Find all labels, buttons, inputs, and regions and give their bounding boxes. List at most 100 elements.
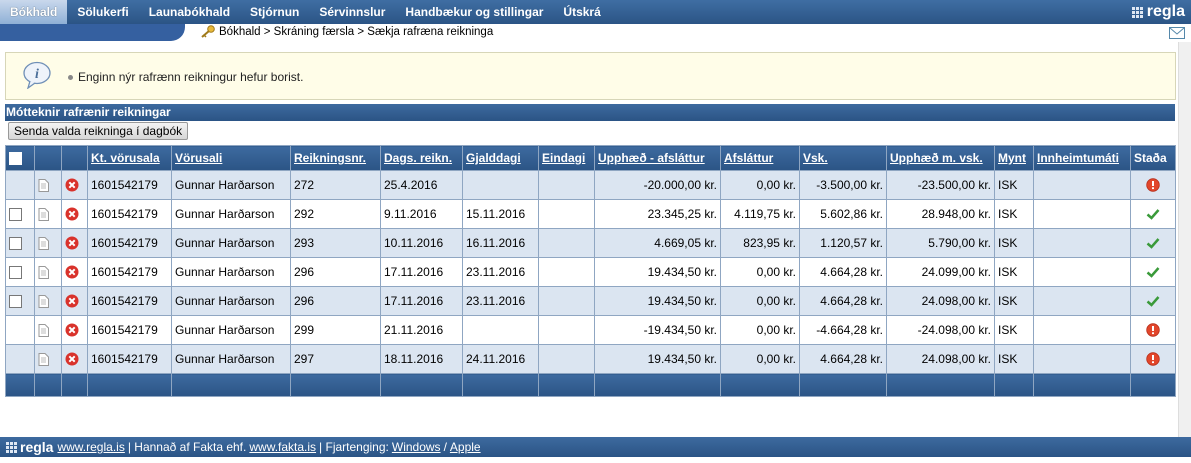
col-header-kt[interactable]: Kt. vörusala [87,145,172,171]
final-due-cell [538,286,595,316]
footer-cell [171,373,291,397]
footer-cell [594,373,721,397]
vat-cell: -3.500,00 kr. [799,170,887,200]
total-cell: -24.098,00 kr. [886,315,995,345]
document-icon[interactable] [38,179,49,193]
col-header-invoice-nr[interactable]: Reikningsnr. [290,145,381,171]
nav-item-3[interactable]: Stjórnun [240,0,309,24]
fakta-site-link[interactable]: www.fakta.is [249,440,316,454]
vat-cell: -4.664,28 kr. [799,315,887,345]
logo-text: regla [1146,3,1185,20]
delete-icon[interactable] [65,236,79,250]
error-icon [1146,352,1160,367]
invoice-nr-cell: 296 [290,257,381,287]
discount-cell: 0,00 kr. [720,257,800,287]
link-separator: / [443,440,447,454]
col-header-due[interactable]: Gjalddagi [462,145,539,171]
remote-label: | Fjartenging: [319,440,389,454]
select-cell [5,170,35,200]
document-icon[interactable] [38,237,49,251]
document-icon[interactable] [38,266,49,280]
method-cell [1033,170,1131,200]
doc-cell [34,344,62,374]
date-cell: 18.11.2016 [380,344,463,374]
apple-link[interactable]: Apple [450,440,481,454]
col-header-vat[interactable]: Vsk. [799,145,887,171]
select-cell [5,344,35,374]
method-cell [1033,257,1131,287]
kt-cell: 1601542179 [87,199,172,229]
windows-link[interactable]: Windows [392,440,441,454]
col-header-date[interactable]: Dags. reikn. [380,145,463,171]
col-header-final-due[interactable]: Eindagi [538,145,595,171]
document-icon[interactable] [38,324,49,338]
row-checkbox[interactable] [9,237,22,251]
doc-col-header [34,145,62,171]
delete-icon[interactable] [65,352,79,366]
total-cell: -23.500,00 kr. [886,170,995,200]
currency-cell: ISK [994,286,1034,316]
delete-icon[interactable] [65,294,79,308]
col-header-discount[interactable]: Afsláttur [720,145,800,171]
mail-icon[interactable] [1169,27,1185,39]
nav-item-6[interactable]: Útskrá [553,0,610,24]
delete-cell [61,286,88,316]
currency-cell: ISK [994,199,1034,229]
discount-cell: 0,00 kr. [720,315,800,345]
discount-cell: 0,00 kr. [720,286,800,316]
row-checkbox[interactable] [9,295,22,309]
send-to-journal-button[interactable]: Senda valda reikninga í dagbók [8,122,189,140]
col-header-currency[interactable]: Mynt [994,145,1034,171]
nav-item-5[interactable]: Handbækur og stillingar [395,0,553,24]
invoice-nr-cell: 272 [290,170,381,200]
checkmark-icon [1146,238,1160,250]
delete-icon[interactable] [65,323,79,337]
total-cell: 28.948,00 kr. [886,199,995,229]
table-row: 1601542179 Gunnar Harðarson 293 10.11.2016 1… [5,228,1176,258]
document-icon[interactable] [38,295,49,309]
row-checkbox[interactable] [9,266,22,280]
invoice-nr-cell: 292 [290,199,381,229]
col-header-amount[interactable]: Upphæð - afsláttur [594,145,721,171]
amount-cell: -19.434,50 kr. [594,315,721,345]
delete-icon[interactable] [65,178,79,192]
due-cell: 24.11.2016 [462,344,539,374]
regla-site-link[interactable]: www.regla.is [57,440,124,454]
date-cell: 10.11.2016 [380,228,463,258]
amount-cell: 19.434,50 kr. [594,286,721,316]
col-header-total[interactable]: Upphæð m. vsk. [886,145,995,171]
due-cell [462,170,539,200]
vertical-scrollbar[interactable] [1178,42,1191,437]
discount-cell: 823,95 kr. [720,228,800,258]
doc-cell [34,228,62,258]
vat-cell: 4.664,28 kr. [799,344,887,374]
total-cell: 24.098,00 kr. [886,286,995,316]
col-header-method[interactable]: Innheimtumáti [1033,145,1131,171]
invoice-nr-cell: 299 [290,315,381,345]
main-menu: Bókhald Sölukerfi Launabókhald Stjórnun Sérv… [0,0,611,24]
sub-bar [0,24,1191,41]
nav-item-2[interactable]: Launabókhald [139,0,240,24]
error-icon [1146,178,1160,193]
delete-icon[interactable] [65,265,79,279]
document-icon[interactable] [38,353,49,367]
nav-item-0[interactable]: Bókhald [0,0,68,24]
amount-cell: 19.434,50 kr. [594,257,721,287]
footer-cell [1033,373,1131,397]
status-cell [1130,257,1176,287]
col-header-seller[interactable]: Vörusali [171,145,291,171]
nav-item-1[interactable]: Sölukerfi [67,0,138,24]
select-all-checkbox[interactable] [9,152,22,166]
total-cell: 24.099,00 kr. [886,257,995,287]
currency-cell: ISK [994,170,1034,200]
section-title: Mótteknir rafrænir reikningar [5,104,1175,121]
table-row: 1601542179 Gunnar Harðarson 296 17.11.2016 2… [5,257,1176,287]
table-row: 1601542179 Gunnar Harðarson 296 17.11.2016 2… [5,286,1176,316]
row-checkbox[interactable] [9,208,22,222]
status-cell [1130,170,1176,200]
invoice-nr-cell: 296 [290,286,381,316]
kt-cell: 1601542179 [87,257,172,287]
document-icon[interactable] [38,208,49,222]
nav-item-4[interactable]: Sérvinnslur [309,0,395,24]
delete-icon[interactable] [65,207,79,221]
